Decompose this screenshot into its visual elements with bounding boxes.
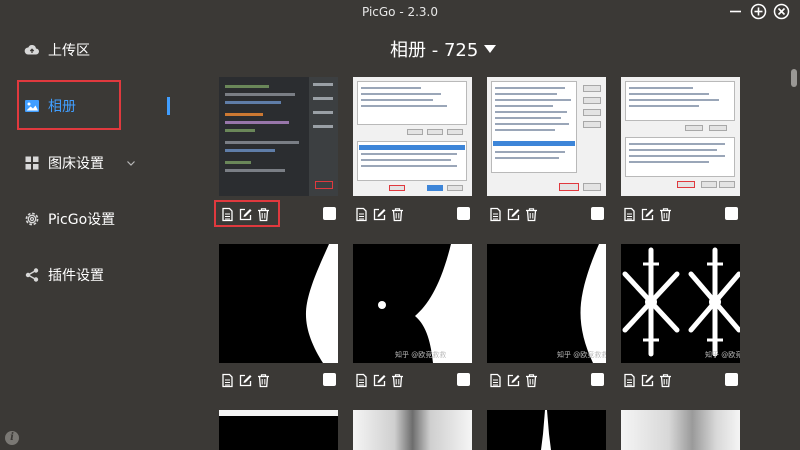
gallery-image[interactable]: 知乎 @欧竞救救 [487,244,606,363]
edit-icon[interactable] [506,207,521,222]
select-checkbox[interactable] [323,207,336,220]
gallery-image[interactable]: 知乎 @欧竞救救 [353,244,472,363]
image-actions [488,372,539,388]
copy-link-icon[interactable] [354,207,369,222]
delete-icon[interactable] [524,207,539,222]
gallery-image[interactable] [621,410,740,450]
gallery-image[interactable] [487,410,606,450]
select-checkbox[interactable] [323,373,336,386]
actions-highlight [214,200,280,227]
image-watermark: 知乎 @欧竞救救 [557,351,606,359]
edit-icon[interactable] [506,373,521,388]
image-actions [488,206,539,222]
image-watermark: 知乎 @欧竞救救 [705,351,740,359]
select-checkbox[interactable] [591,373,604,386]
edit-icon[interactable] [372,373,387,388]
edit-icon[interactable] [640,373,655,388]
gallery-image[interactable]: 知乎 @欧竞救救 [621,244,740,363]
gallery-image[interactable] [219,77,338,196]
gallery-image[interactable] [219,244,338,363]
select-checkbox[interactable] [457,373,470,386]
select-checkbox[interactable] [725,373,738,386]
select-checkbox[interactable] [725,207,738,220]
delete-icon[interactable] [390,373,405,388]
image-actions [622,206,673,222]
copy-link-icon[interactable] [488,373,503,388]
delete-icon[interactable] [524,373,539,388]
copy-link-icon[interactable] [354,373,369,388]
copy-link-icon[interactable] [488,207,503,222]
gallery-image[interactable] [353,410,472,450]
image-watermark: 知乎 @欧竞救救 [395,351,447,359]
delete-icon[interactable] [256,373,271,388]
gallery-grid: 知乎 @欧竞救救 知乎 @欧竞救救 知乎 @欧竞救救 [0,0,800,450]
delete-icon[interactable] [658,207,673,222]
image-actions [354,372,405,388]
gallery-image[interactable] [219,410,338,450]
select-checkbox[interactable] [457,207,470,220]
delete-icon[interactable] [390,207,405,222]
copy-link-icon[interactable] [622,373,637,388]
gallery-image[interactable] [487,77,606,196]
edit-icon[interactable] [640,207,655,222]
copy-link-icon[interactable] [220,373,235,388]
image-actions [622,372,673,388]
edit-icon[interactable] [372,207,387,222]
gallery-image[interactable] [621,77,740,196]
copy-link-icon[interactable] [622,207,637,222]
delete-icon[interactable] [658,373,673,388]
gallery-image[interactable] [353,77,472,196]
image-actions [220,372,271,388]
image-actions [354,206,405,222]
select-checkbox[interactable] [591,207,604,220]
edit-icon[interactable] [238,373,253,388]
